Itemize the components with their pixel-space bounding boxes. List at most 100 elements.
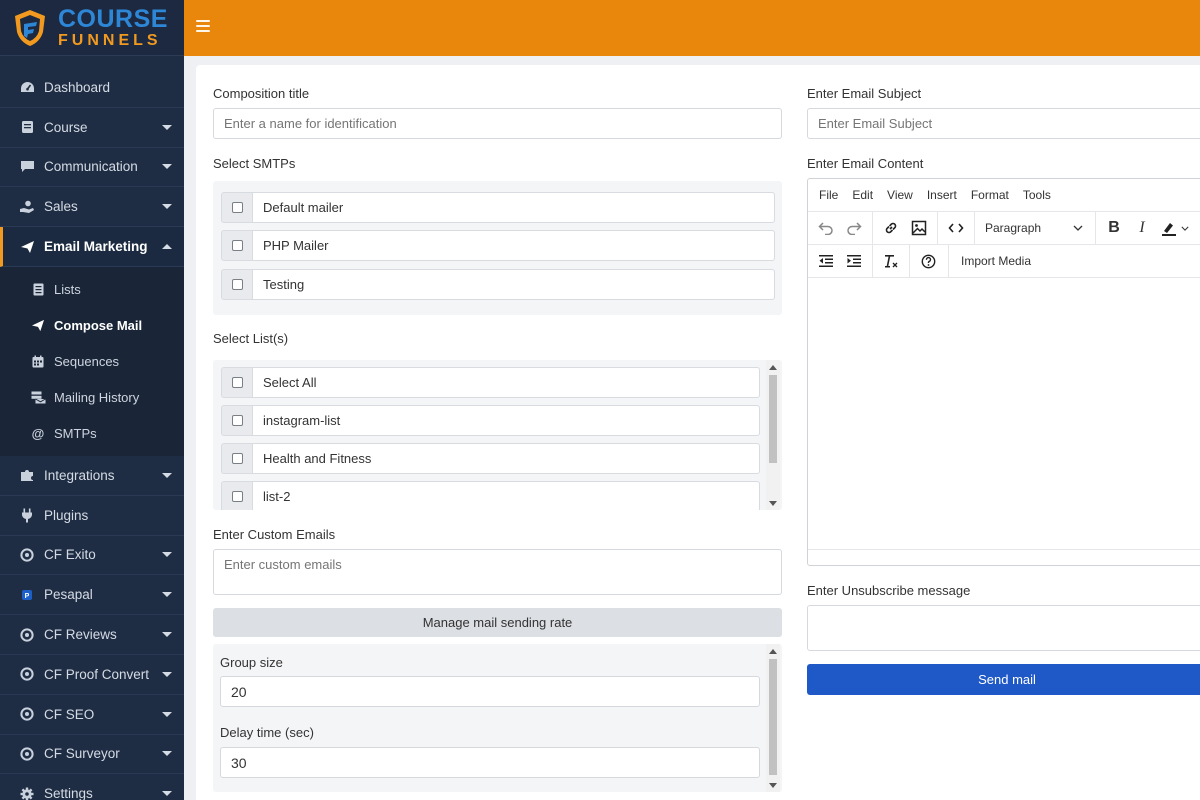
menu-view[interactable]: View: [880, 188, 920, 202]
book-icon: [18, 118, 36, 136]
indent-icon[interactable]: [840, 247, 868, 275]
source-code-icon[interactable]: [942, 214, 970, 242]
sidebar-item-course[interactable]: Course: [0, 108, 184, 148]
scroll-down-arrow-icon[interactable]: [769, 783, 777, 788]
top-bar: [184, 0, 1200, 56]
smtp-option[interactable]: Testing: [221, 269, 775, 300]
delay-time-input[interactable]: 30: [220, 747, 760, 778]
checkbox[interactable]: [231, 453, 243, 464]
brand-name-line1: COURSE: [58, 4, 168, 33]
select-lists-label: Select List(s): [213, 331, 289, 346]
manage-sending-rate-button[interactable]: Manage mail sending rate: [213, 608, 782, 637]
checkbox[interactable]: [231, 491, 243, 502]
menu-edit[interactable]: Edit: [845, 188, 880, 202]
sidebar-item-settings[interactable]: Settings: [0, 774, 184, 800]
sidebar-nav-lower: Integrations Plugins CF Exito P Pesapal: [0, 456, 184, 800]
hamburger-menu-icon[interactable]: [196, 20, 210, 34]
rich-text-editor: File Edit View Insert Format Tools Parag…: [807, 178, 1200, 566]
menu-tools[interactable]: Tools: [1016, 188, 1058, 202]
link-icon[interactable]: [877, 214, 905, 242]
calendar-icon: [30, 353, 46, 369]
list-option[interactable]: list-2: [221, 481, 760, 510]
submenu-item-label: Mailing History: [54, 390, 140, 406]
editor-statusbar: [808, 549, 1200, 565]
email-marketing-submenu: Lists Compose Mail Sequences Mailing His…: [0, 266, 184, 456]
submenu-item-lists[interactable]: Lists: [0, 271, 184, 307]
scroll-up-arrow-icon[interactable]: [769, 649, 777, 654]
scroll-up-arrow-icon[interactable]: [769, 365, 777, 370]
sidebar-item-communication[interactable]: Communication: [0, 148, 184, 188]
sidebar-item-plugins[interactable]: Plugins: [0, 496, 184, 536]
paper-plane-icon: [30, 317, 46, 333]
composition-title-input[interactable]: [213, 108, 782, 139]
list-option-label: Select All: [252, 367, 760, 398]
smtp-option[interactable]: Default mailer: [221, 192, 775, 223]
italic-icon[interactable]: I: [1128, 214, 1156, 242]
scrollbar-thumb[interactable]: [769, 375, 777, 463]
outdent-icon[interactable]: [812, 247, 840, 275]
sidebar-item-label: Settings: [44, 786, 93, 800]
list-option[interactable]: Select All: [221, 367, 760, 398]
sidebar-item-cf-surveyor[interactable]: CF Surveyor: [0, 735, 184, 775]
help-icon[interactable]: [914, 247, 942, 275]
menu-file[interactable]: File: [812, 188, 845, 202]
checkbox[interactable]: [231, 279, 243, 290]
group-size-input[interactable]: 20: [220, 676, 760, 707]
highlight-color-icon[interactable]: [1156, 214, 1194, 242]
brand-logo[interactable]: COURSE FUNNELS: [0, 0, 184, 56]
sidebar-item-label: Email Marketing: [44, 239, 148, 255]
sidebar-item-pesapal[interactable]: P Pesapal: [0, 575, 184, 616]
custom-emails-textarea[interactable]: [213, 549, 782, 595]
scrollbar-thumb[interactable]: [769, 659, 777, 775]
menu-format[interactable]: Format: [964, 188, 1016, 202]
list-icon: [30, 281, 46, 297]
select-smtps-label: Select SMTPs: [213, 156, 296, 171]
list-option[interactable]: instagram-list: [221, 405, 760, 436]
checkbox[interactable]: [231, 202, 243, 213]
email-subject-input[interactable]: [807, 108, 1200, 139]
list-scrollbar[interactable]: [766, 360, 780, 510]
undo-icon[interactable]: [812, 214, 840, 242]
block-format-select[interactable]: Paragraph: [979, 214, 1091, 242]
sidebar-item-dashboard[interactable]: Dashboard: [0, 68, 184, 108]
editor-toolbar-row2: Import Media: [808, 244, 1200, 278]
sidebar-item-label: CF Exito: [44, 547, 96, 563]
sidebar-item-integrations[interactable]: Integrations: [0, 456, 184, 496]
target-icon: [18, 745, 36, 763]
sidebar-item-label: Pesapal: [44, 587, 93, 603]
list-option-label: Health and Fitness: [252, 443, 760, 474]
sidebar-item-cf-proof-convert[interactable]: CF Proof Convert: [0, 655, 184, 695]
submenu-item-sequences[interactable]: Sequences: [0, 343, 184, 379]
sidebar-item-cf-seo[interactable]: CF SEO: [0, 695, 184, 735]
submenu-item-compose-mail[interactable]: Compose Mail: [0, 307, 184, 343]
sidebar-item-label: CF Proof Convert: [44, 666, 150, 682]
send-mail-button[interactable]: Send mail: [807, 664, 1200, 695]
sidebar-item-cf-reviews[interactable]: CF Reviews: [0, 615, 184, 655]
submenu-item-smtps[interactable]: @ SMTPs: [0, 416, 184, 452]
checkbox[interactable]: [231, 415, 243, 426]
unsubscribe-message-label: Enter Unsubscribe message: [807, 583, 971, 598]
menu-insert[interactable]: Insert: [920, 188, 964, 202]
checkbox[interactable]: [231, 240, 243, 251]
chevron-up-icon: [162, 244, 172, 250]
sidebar-item-email-marketing[interactable]: Email Marketing: [0, 227, 184, 267]
list-option[interactable]: Health and Fitness: [221, 443, 760, 474]
editor-content-area[interactable]: [808, 278, 1200, 549]
unsubscribe-message-textarea[interactable]: [807, 605, 1200, 651]
bold-icon[interactable]: B: [1100, 214, 1128, 242]
clear-formatting-icon[interactable]: [877, 247, 905, 275]
brand-name-line2: FUNNELS: [58, 31, 162, 49]
composition-title-label: Composition title: [213, 86, 310, 101]
checkbox[interactable]: [231, 377, 243, 388]
pesapal-icon: P: [18, 586, 36, 604]
submenu-item-mailing-history[interactable]: Mailing History: [0, 380, 184, 416]
scroll-down-arrow-icon[interactable]: [769, 501, 777, 506]
rate-panel-scrollbar[interactable]: [766, 644, 780, 792]
redo-icon[interactable]: [840, 214, 868, 242]
sidebar-item-cf-exito[interactable]: CF Exito: [0, 536, 184, 576]
sidebar-item-sales[interactable]: Sales: [0, 187, 184, 228]
import-media-button[interactable]: Import Media: [948, 244, 1043, 278]
chevron-down-icon: [162, 751, 172, 757]
image-icon[interactable]: [905, 214, 933, 242]
smtp-option[interactable]: PHP Mailer: [221, 230, 775, 261]
